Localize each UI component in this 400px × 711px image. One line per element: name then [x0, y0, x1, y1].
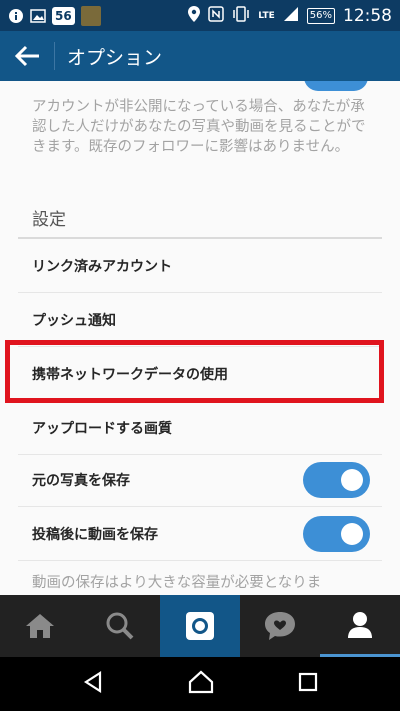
back-arrow-icon [14, 45, 39, 67]
location-icon [188, 5, 201, 26]
highlight-annotation-box [5, 340, 384, 403]
square-recents-icon [298, 672, 318, 692]
page-title: オプション [67, 46, 163, 69]
row-label: 元の写真を保存 [32, 472, 130, 489]
app-bar-divider [54, 42, 55, 70]
camera-icon [186, 612, 214, 640]
bottom-navigation [0, 595, 400, 657]
app-bar: オプション [0, 31, 400, 81]
home-icon [26, 614, 54, 638]
nav-profile[interactable] [320, 595, 400, 657]
nav-activity[interactable] [240, 595, 320, 657]
profile-icon [348, 611, 372, 638]
settings-section-title: 設定 [32, 210, 66, 230]
system-navigation-bar [0, 657, 400, 711]
save-video-description: 動画の保存はより大きな容量が必要となりま [32, 575, 322, 591]
status-bar: 56 LTE 56% 12:58 [0, 0, 400, 31]
system-recents-button[interactable] [298, 672, 318, 696]
notification-badge: 56 [52, 6, 75, 25]
info-icon [8, 8, 24, 24]
save-videos-after-posting-row[interactable]: 投稿後に動画を保存 [18, 507, 382, 561]
clock: 12:58 [343, 5, 392, 26]
image-icon [30, 8, 46, 24]
battery-indicator: 56% [306, 7, 335, 24]
network-type: LTE [258, 10, 275, 21]
search-icon [106, 612, 134, 640]
linked-accounts-row[interactable]: リンク済みアカウント [18, 239, 382, 293]
back-button[interactable] [0, 31, 54, 81]
signal-icon [283, 6, 299, 26]
private-account-description: アカウントが非公開になっている場合、あなたが承認した人だけがあなたの写真や動画を… [32, 99, 366, 155]
push-notifications-row[interactable]: プッシュ通知 [18, 293, 382, 347]
toggle-knob [341, 468, 363, 491]
nfc-icon [208, 5, 224, 26]
row-label: プッシュ通知 [32, 312, 116, 329]
upload-quality-row[interactable]: アップロードする画質 [18, 401, 382, 455]
row-label: 投稿後に動画を保存 [32, 526, 158, 543]
nav-camera[interactable] [160, 595, 240, 657]
app-avatar-icon [80, 5, 101, 26]
vibrate-icon [232, 5, 250, 26]
save-original-photos-row[interactable]: 元の写真を保存 [18, 453, 382, 507]
system-back-button[interactable] [82, 670, 104, 697]
options-list[interactable]: アカウントが非公開になっている場合、あなたが承認した人だけがあなたの写真や動画を… [0, 81, 400, 595]
row-label: アップロードする画質 [32, 420, 172, 437]
nav-search[interactable] [80, 595, 160, 657]
activity-heart-icon [265, 612, 295, 640]
private-account-toggle[interactable] [304, 81, 368, 91]
system-home-button[interactable] [188, 670, 214, 698]
house-outline-icon [188, 670, 214, 694]
row-label: リンク済みアカウント [32, 258, 172, 275]
save-videos-toggle[interactable] [303, 515, 370, 552]
toggle-knob [341, 522, 363, 545]
nav-home[interactable] [0, 595, 80, 657]
triangle-back-icon [83, 670, 102, 694]
save-original-photos-toggle[interactable] [303, 461, 370, 498]
